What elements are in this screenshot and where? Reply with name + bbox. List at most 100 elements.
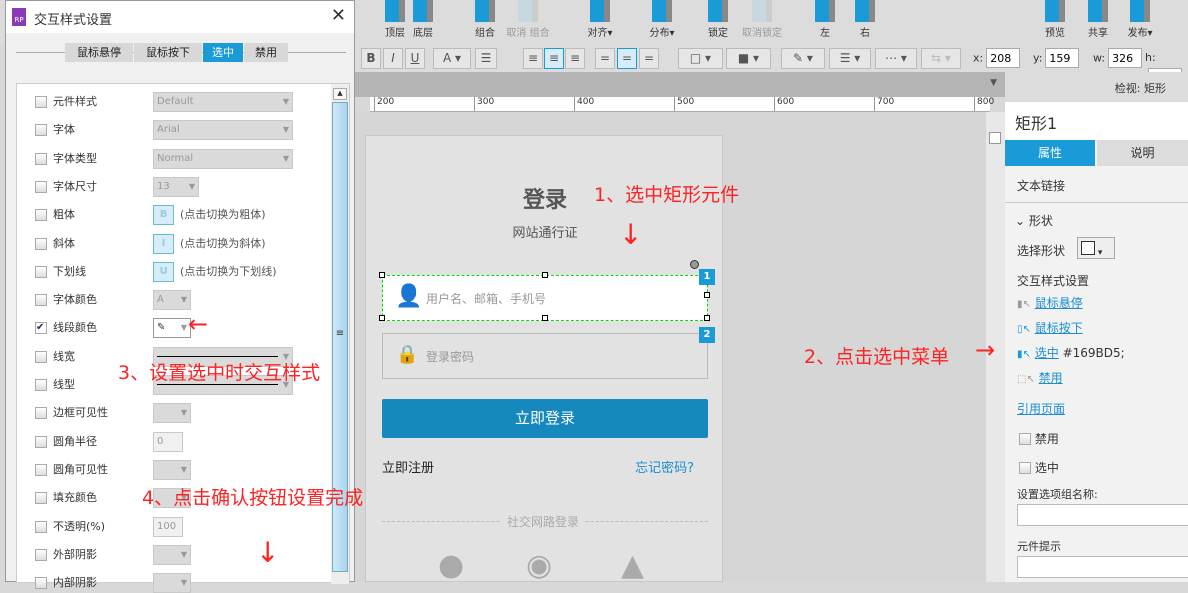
- selected-link[interactable]: 选中: [1035, 346, 1059, 360]
- resize-handle[interactable]: [704, 315, 710, 321]
- group-name-input[interactable]: [1017, 504, 1188, 526]
- toolbar-button[interactable]: 取消锁定: [740, 0, 784, 39]
- text-link[interactable]: 文本链接: [1017, 177, 1065, 194]
- style-select[interactable]: Default ▼: [153, 92, 293, 112]
- style-checkbox[interactable]: [35, 548, 47, 561]
- resize-handle[interactable]: [542, 272, 548, 278]
- toolbar-button[interactable]: 右: [843, 0, 887, 39]
- shape-section[interactable]: ⌄ 形状: [1015, 212, 1053, 229]
- hover-link[interactable]: 鼠标悬停: [1035, 296, 1083, 310]
- style-checkbox[interactable]: [35, 520, 47, 533]
- rotate-handle[interactable]: [690, 260, 699, 269]
- dialog-tab[interactable]: 鼠标按下: [134, 43, 202, 62]
- style-checkbox[interactable]: [35, 350, 47, 363]
- align-right-button[interactable]: ≡: [565, 48, 585, 69]
- style-checkbox[interactable]: [35, 180, 47, 193]
- forgot-password-link[interactable]: 忘记密码?: [635, 457, 694, 476]
- wechat-icon[interactable]: ●: [438, 548, 464, 583]
- toolbar-button[interactable]: 组合: [463, 0, 507, 39]
- tooltip-input[interactable]: [1017, 556, 1188, 578]
- y-input[interactable]: [1045, 48, 1080, 68]
- toolbar-button[interactable]: 对齐▾: [578, 0, 622, 39]
- style-checkbox[interactable]: [35, 492, 47, 505]
- bullet-list-button[interactable]: ☰: [475, 48, 497, 69]
- dialog-tab[interactable]: 选中: [203, 43, 243, 62]
- font-size-select[interactable]: 13 ▼: [153, 176, 199, 197]
- toolbar-button[interactable]: 发布▾: [1118, 0, 1162, 39]
- login-button[interactable]: 立即登录: [382, 399, 708, 438]
- style-checkbox[interactable]: [35, 209, 47, 222]
- toolbar-button[interactable]: 取消 组合: [506, 0, 550, 39]
- style-checkbox[interactable]: [35, 463, 47, 476]
- tab-dropdown-icon[interactable]: ▼: [990, 78, 997, 88]
- style-select[interactable]: Arial ▼: [153, 120, 293, 141]
- tab-properties[interactable]: 属性: [1005, 140, 1095, 166]
- fill-color-button[interactable]: □ ▾: [678, 48, 723, 69]
- style-checkbox[interactable]: [35, 407, 47, 420]
- shadow-button[interactable]: ■ ▾: [726, 48, 771, 69]
- selected-checkbox[interactable]: [1019, 462, 1031, 474]
- color-picker[interactable]: ✎ ▼: [153, 318, 191, 339]
- x-input[interactable]: [986, 48, 1021, 68]
- resize-handle[interactable]: [379, 315, 385, 321]
- element-name[interactable]: 矩形1: [1015, 110, 1057, 134]
- arrow-style-button[interactable]: ⇆ ▾: [921, 48, 961, 69]
- style-checkbox[interactable]: ✔: [35, 322, 47, 335]
- align-left-button[interactable]: ≡: [523, 48, 543, 69]
- register-link[interactable]: 立即注册: [382, 457, 434, 476]
- valign-top-button[interactable]: =: [595, 48, 615, 69]
- align-center-button[interactable]: ≡: [544, 48, 564, 69]
- toolbar-button[interactable]: 共享: [1076, 0, 1120, 39]
- tab-notes[interactable]: 说明: [1097, 140, 1188, 166]
- dialog-tab[interactable]: 禁用: [244, 43, 288, 62]
- value-input[interactable]: 0: [153, 431, 183, 452]
- disabled-checkbox[interactable]: [1019, 433, 1031, 445]
- weibo-icon[interactable]: ◉: [526, 548, 552, 583]
- value-input[interactable]: 100: [153, 516, 183, 537]
- toggle-button[interactable]: B: [153, 205, 174, 226]
- disabled-link[interactable]: 禁用: [1039, 371, 1063, 385]
- resize-handle[interactable]: [379, 272, 385, 278]
- scroll-up-icon[interactable]: ▲: [333, 88, 347, 100]
- color-picker[interactable]: ▼: [153, 573, 191, 593]
- style-checkbox[interactable]: [35, 577, 47, 590]
- color-picker[interactable]: A ▼: [153, 290, 191, 311]
- valign-bottom-button[interactable]: =: [639, 48, 659, 69]
- italic-button[interactable]: I: [383, 48, 403, 69]
- password-field[interactable]: 🔒 登录密码: [382, 333, 708, 379]
- toolbar-button[interactable]: 左: [803, 0, 847, 39]
- color-picker[interactable]: ▼: [153, 403, 191, 424]
- style-checkbox[interactable]: [35, 379, 47, 391]
- style-select[interactable]: Normal ▼: [153, 148, 293, 169]
- style-checkbox[interactable]: [35, 237, 47, 250]
- style-checkbox[interactable]: [35, 124, 47, 137]
- line-color-button[interactable]: ✎ ▾: [781, 48, 825, 69]
- close-icon[interactable]: ✕: [331, 5, 346, 26]
- style-checkbox[interactable]: [35, 435, 47, 448]
- resize-handle[interactable]: [704, 292, 710, 298]
- shape-select[interactable]: ▾: [1077, 237, 1115, 259]
- toggle-button[interactable]: I: [153, 233, 174, 254]
- toolbar-button[interactable]: 底层: [401, 0, 445, 39]
- color-picker[interactable]: ▼: [153, 459, 191, 480]
- style-checkbox[interactable]: [35, 265, 47, 278]
- mousedown-link[interactable]: 鼠标按下: [1035, 321, 1083, 335]
- style-checkbox[interactable]: [35, 152, 47, 165]
- font-color-button[interactable]: A ▾: [433, 48, 471, 69]
- w-input[interactable]: [1108, 48, 1143, 68]
- toolbar-button[interactable]: 预览: [1033, 0, 1077, 39]
- toolbar-button[interactable]: 分布▾: [640, 0, 684, 39]
- line-width-button[interactable]: ☰ ▾: [829, 48, 871, 69]
- style-checkbox[interactable]: [35, 294, 47, 307]
- line-style-button[interactable]: ⋯ ▾: [875, 48, 917, 69]
- qq-icon[interactable]: ▲: [621, 548, 644, 583]
- resize-handle[interactable]: [542, 315, 548, 321]
- bold-button[interactable]: B: [361, 48, 381, 69]
- valign-middle-button[interactable]: =: [617, 48, 637, 69]
- style-checkbox[interactable]: [35, 96, 47, 108]
- underline-button[interactable]: U: [405, 48, 425, 69]
- reference-page-link[interactable]: 引用页面: [1017, 400, 1065, 417]
- color-picker[interactable]: ▼: [153, 544, 191, 565]
- toolbar-button[interactable]: 锁定: [696, 0, 740, 39]
- toggle-button[interactable]: U: [153, 261, 174, 282]
